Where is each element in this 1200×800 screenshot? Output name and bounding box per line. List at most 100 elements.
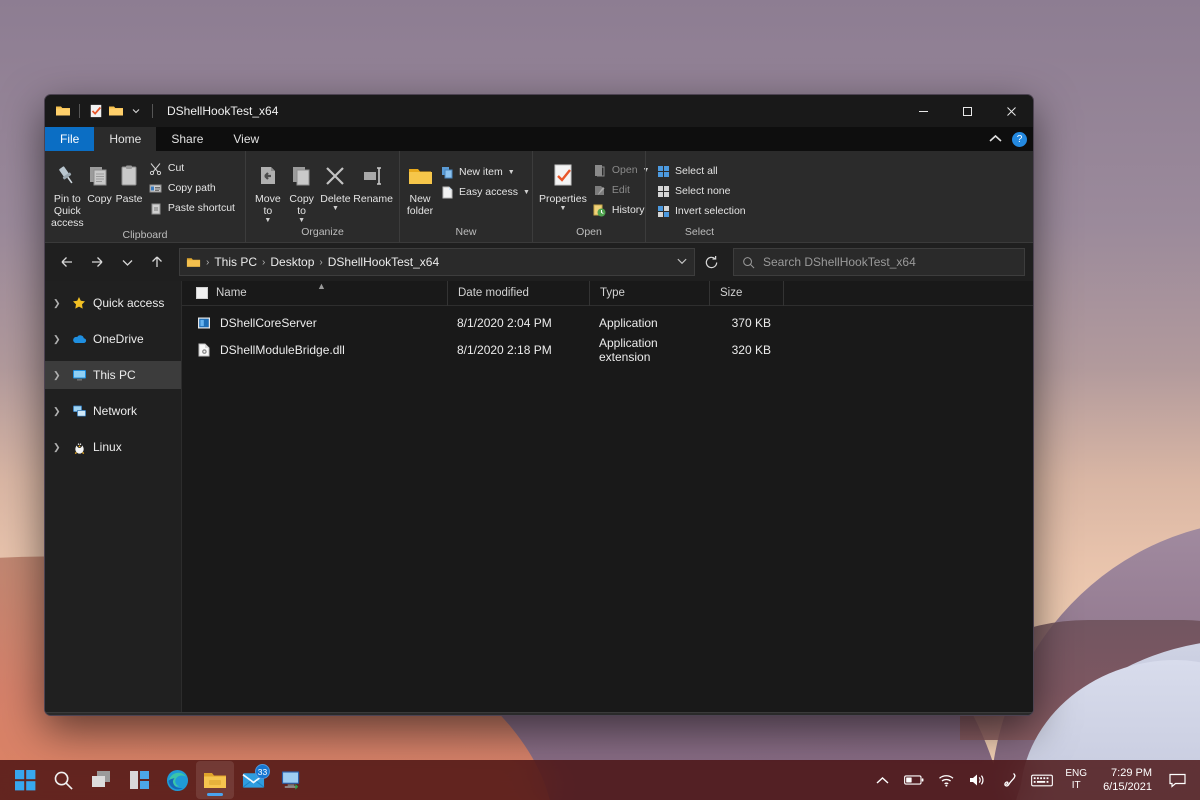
breadcrumb-folder-icon: [186, 255, 201, 270]
copy-to-button[interactable]: Copy to ▼: [286, 157, 318, 225]
select-none-button[interactable]: Select none: [652, 182, 750, 200]
easy-access-button[interactable]: Easy access ▼: [436, 183, 534, 201]
pin-to-quick-access-label: Pin to Quick access: [51, 193, 84, 229]
table-row[interactable]: DShellCoreServer 8/1/2020 2:04 PM Applic…: [182, 309, 1033, 336]
folder-icon[interactable]: [53, 101, 73, 121]
chevron-right-icon[interactable]: ❯: [53, 298, 65, 309]
column-header-type[interactable]: Type: [589, 281, 709, 306]
breadcrumb-dropdown-icon[interactable]: [676, 255, 688, 270]
search-box[interactable]: Search DShellHookTest_x64: [733, 248, 1025, 276]
breadcrumb-item-this-pc[interactable]: This PC: [214, 255, 257, 269]
breadcrumb-item-current[interactable]: DShellHookTest_x64: [328, 255, 439, 269]
widgets-button[interactable]: [120, 761, 158, 799]
tab-file[interactable]: File: [45, 127, 94, 151]
copy-to-icon: [289, 159, 315, 193]
file-list: DShellCoreServer 8/1/2020 2:04 PM Applic…: [182, 306, 1033, 363]
help-icon[interactable]: ?: [1012, 132, 1027, 147]
sidebar-item-label: Quick access: [93, 296, 164, 310]
edge-button[interactable]: [158, 761, 196, 799]
cut-label: Cut: [168, 162, 184, 174]
notification-icon[interactable]: [1162, 763, 1192, 797]
chevron-up-icon[interactable]: [867, 763, 897, 797]
new-folder-icon[interactable]: [106, 101, 126, 121]
tab-view[interactable]: View: [218, 127, 274, 151]
search-button[interactable]: [44, 761, 82, 799]
file-name-cell[interactable]: DShellCoreServer: [182, 315, 447, 331]
ribbon-group-select: Select all Select none Inv: [645, 151, 753, 242]
tab-share[interactable]: Share: [156, 127, 218, 151]
properties-check-icon[interactable]: [86, 101, 106, 121]
wifi-icon[interactable]: [931, 763, 961, 797]
speaker-icon[interactable]: [963, 763, 993, 797]
mail-button[interactable]: 33: [234, 761, 272, 799]
column-header-name[interactable]: Name: [182, 281, 447, 306]
edit-button[interactable]: Edit: [589, 181, 654, 199]
breadcrumb-item-desktop[interactable]: Desktop: [270, 255, 314, 269]
new-item-button[interactable]: New item ▼: [436, 163, 534, 181]
move-to-button[interactable]: Move to ▼: [252, 157, 284, 225]
ribbon-collapse-icon[interactable]: [989, 130, 1002, 148]
paste-button[interactable]: Paste: [115, 157, 143, 205]
chevron-right-icon[interactable]: ❯: [53, 442, 65, 453]
task-view-button[interactable]: [82, 761, 120, 799]
title-bar[interactable]: DShellHookTest_x64: [45, 95, 1033, 127]
new-folder-button[interactable]: New folder: [406, 157, 434, 217]
battery-icon[interactable]: [899, 763, 929, 797]
sidebar-item-network[interactable]: ❯ Network: [45, 397, 181, 425]
breadcrumb-separator[interactable]: ›: [318, 257, 323, 268]
start-button[interactable]: [6, 761, 44, 799]
tab-home[interactable]: Home: [94, 127, 156, 151]
paste-shortcut-button[interactable]: Paste shortcut: [145, 199, 239, 217]
breadcrumb[interactable]: › This PC › Desktop › DShellHookTest_x64: [179, 248, 695, 276]
column-header-date-modified[interactable]: Date modified: [447, 281, 589, 306]
properties-button[interactable]: Properties ▼: [539, 157, 587, 213]
keyboard-icon[interactable]: [1027, 763, 1057, 797]
properties-label: Properties: [539, 193, 587, 205]
sidebar-item-this-pc[interactable]: ❯ This PC: [45, 361, 181, 389]
cut-button[interactable]: Cut: [145, 159, 239, 177]
back-button[interactable]: [53, 248, 81, 276]
up-button[interactable]: [143, 248, 171, 276]
paste-shortcut-icon: [149, 201, 163, 215]
scissors-icon: [149, 161, 163, 175]
rename-button[interactable]: Rename: [353, 157, 393, 205]
select-all-button[interactable]: Select all: [652, 162, 750, 180]
open-button[interactable]: Open ▼: [589, 161, 654, 179]
sidebar-item-linux[interactable]: ❯ Linux: [45, 433, 181, 461]
invert-selection-button[interactable]: Invert selection: [652, 202, 750, 220]
file-name-cell[interactable]: DShellModuleBridge.dll: [182, 342, 447, 358]
remote-desktop-button[interactable]: [272, 761, 310, 799]
column-header-size[interactable]: Size: [709, 281, 783, 306]
minimize-button[interactable]: [901, 95, 945, 127]
clock[interactable]: 7:29 PM 6/15/2021: [1095, 766, 1160, 795]
easy-access-icon: [440, 185, 454, 199]
delete-button[interactable]: Delete ▼: [320, 157, 352, 213]
select-all-checkbox[interactable]: [196, 287, 208, 299]
file-explorer-button[interactable]: [196, 761, 234, 799]
pen-icon[interactable]: [995, 763, 1025, 797]
refresh-button[interactable]: [697, 248, 725, 276]
chevron-right-icon[interactable]: ❯: [53, 334, 65, 345]
sidebar-item-quick-access[interactable]: ❯ Quick access: [45, 289, 181, 317]
select-small-buttons: Select all Select none Inv: [652, 160, 750, 220]
qat-dropdown-icon[interactable]: [126, 101, 146, 121]
language-indicator[interactable]: ENG IT: [1059, 768, 1093, 793]
copy-path-label: Copy path: [168, 182, 216, 194]
copy-button[interactable]: Copy: [86, 157, 114, 205]
history-icon: [593, 203, 607, 217]
close-button[interactable]: [989, 95, 1033, 127]
forward-button[interactable]: [83, 248, 111, 276]
copy-path-button[interactable]: Copy path: [145, 179, 239, 197]
chevron-right-icon[interactable]: ❯: [53, 406, 65, 417]
history-button[interactable]: History: [589, 201, 654, 219]
table-row[interactable]: DShellModuleBridge.dll 8/1/2020 2:18 PM …: [182, 336, 1033, 363]
chevron-right-icon[interactable]: ❯: [53, 370, 65, 381]
recent-locations-button[interactable]: [113, 248, 141, 276]
search-input[interactable]: Search DShellHookTest_x64: [763, 255, 916, 269]
breadcrumb-separator[interactable]: ›: [261, 257, 266, 268]
sidebar-item-onedrive[interactable]: ❯ OneDrive: [45, 325, 181, 353]
new-folder-label: New folder: [406, 193, 434, 217]
sidebar-item-label: OneDrive: [93, 332, 144, 346]
maximize-button[interactable]: [945, 95, 989, 127]
pin-to-quick-access-button[interactable]: Pin to Quick access: [51, 157, 84, 229]
